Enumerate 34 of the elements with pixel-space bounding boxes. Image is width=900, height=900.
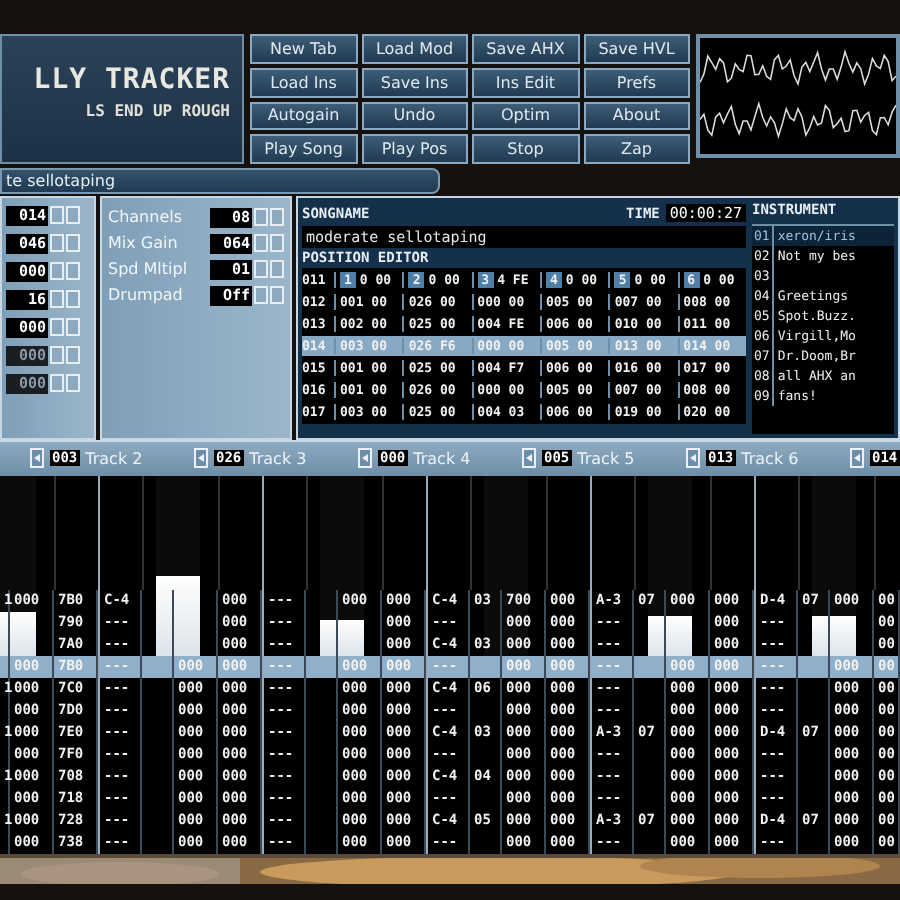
toolbar-button[interactable]: Ins Edit xyxy=(472,67,579,97)
setting-label: Spd Mltipl xyxy=(108,260,188,278)
toolbar-button[interactable]: Save Ins xyxy=(361,67,468,97)
mute-checkbox[interactable] xyxy=(686,448,700,468)
toolbar-button[interactable]: Save HVL xyxy=(583,34,690,64)
song-title-bar: te sellotaping xyxy=(0,167,440,193)
track-name: Track 3 xyxy=(249,449,307,467)
toolbar-button[interactable]: Prefs xyxy=(583,67,690,97)
mute-checkbox[interactable] xyxy=(194,448,208,468)
setting-label: Drumpad xyxy=(108,286,183,304)
track-name: Track 2 xyxy=(85,449,143,467)
setting-label: Mix Gain xyxy=(108,234,178,252)
toolbar-button[interactable]: Play Pos xyxy=(361,134,468,164)
toolbar-button[interactable]: Zap xyxy=(583,134,690,164)
mute-checkbox[interactable] xyxy=(30,448,44,468)
toolbar-button[interactable]: New Tab xyxy=(250,34,357,64)
track-name: Track 5 xyxy=(577,449,635,467)
setting-label: Channels xyxy=(108,208,183,226)
toolbar-button[interactable]: Save AHX xyxy=(472,34,579,64)
logo-title: LLY TRACKER xyxy=(33,63,230,95)
logo-subtitle: LS END UP ROUGH xyxy=(85,101,230,119)
toolbar-button[interactable]: Autogain xyxy=(250,101,357,131)
toolbar-button[interactable]: About xyxy=(583,101,690,131)
mute-checkbox[interactable] xyxy=(850,448,864,468)
toolbar-button[interactable]: Load Ins xyxy=(250,67,357,97)
mute-checkbox[interactable] xyxy=(358,448,372,468)
toolbar-button[interactable]: Load Mod xyxy=(361,34,468,64)
toolbar-button[interactable]: Undo xyxy=(361,101,468,131)
toolbar-button[interactable]: Stop xyxy=(472,134,579,164)
track-name: Track 6 xyxy=(741,449,799,467)
toolbar-button[interactable]: Optim xyxy=(472,101,579,131)
toolbar-button[interactable]: Play Song xyxy=(250,134,357,164)
mute-checkbox[interactable] xyxy=(522,448,536,468)
track-name: Track 4 xyxy=(413,449,471,467)
